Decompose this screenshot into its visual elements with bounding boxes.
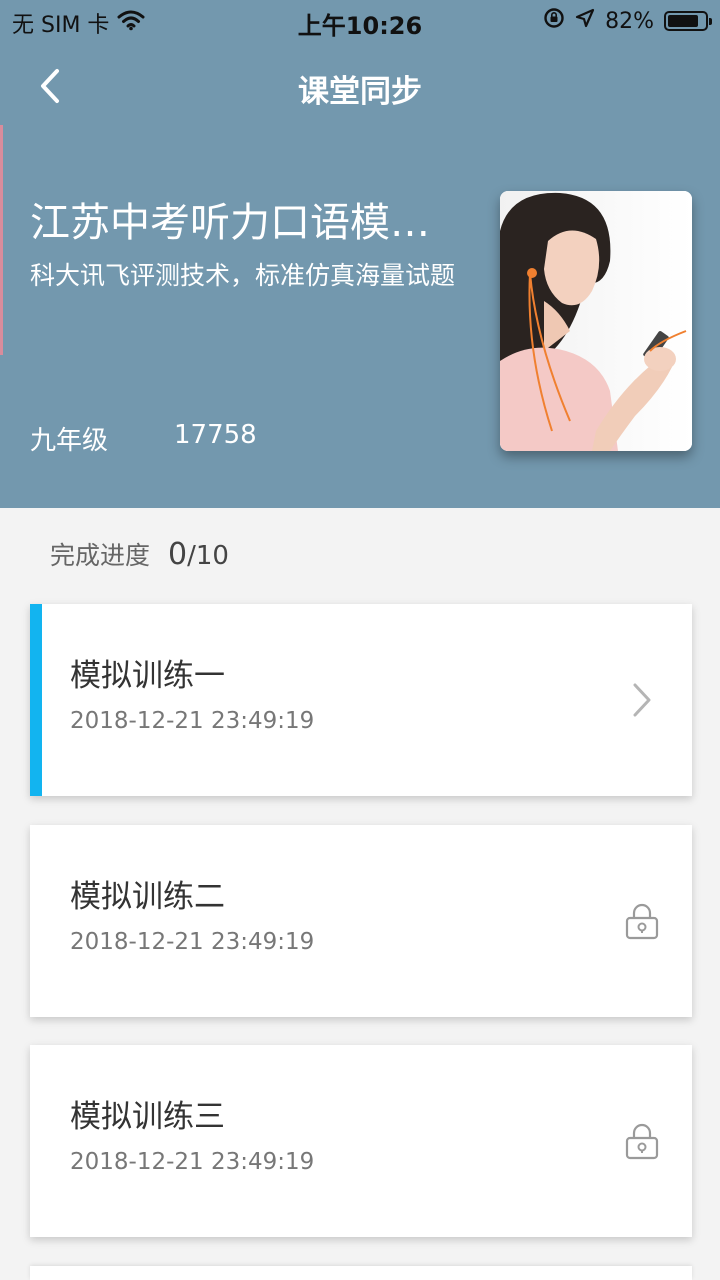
lesson-title: 模拟训练一	[70, 658, 225, 694]
progress-total: /10	[187, 541, 229, 571]
lesson-card[interactable]: 模拟训练二 2018-12-21 23:49:19	[30, 825, 692, 1017]
battery-icon	[664, 11, 712, 31]
chevron-right-icon	[622, 680, 662, 720]
progress-value: 0/10	[168, 537, 229, 572]
lock-icon	[622, 1121, 662, 1161]
status-bar: 无 SIM 卡 上午10:26 82%	[0, 0, 720, 42]
course-description: 科大讯飞评测技术，标准仿真海量试题	[30, 261, 456, 290]
lesson-title: 模拟训练二	[70, 879, 225, 915]
grade-label: 九年级	[30, 426, 109, 456]
lesson-date: 2018-12-21 23:49:19	[70, 929, 315, 955]
side-accent-strip	[0, 125, 3, 355]
lesson-card[interactable]: 模拟训练一 2018-12-21 23:49:19	[30, 604, 692, 796]
progress-label: 完成进度	[50, 541, 151, 570]
lesson-date: 2018-12-21 23:49:19	[70, 708, 315, 734]
lesson-card-partial[interactable]	[30, 1266, 692, 1280]
learner-count: 17758	[174, 420, 257, 450]
page-title: 课堂同步	[298, 74, 422, 110]
lesson-title: 模拟训练三	[70, 1099, 225, 1135]
lesson-card[interactable]: 模拟训练三 2018-12-21 23:49:19	[30, 1045, 692, 1237]
course-header: 无 SIM 卡 上午10:26 82% 课堂同步 江苏中考听力口语模… 科大讯飞…	[0, 0, 720, 508]
battery-level-fill	[668, 15, 698, 27]
course-cover-image	[500, 191, 692, 451]
battery-percent: 82%	[605, 8, 654, 34]
progress-summary: 完成进度 0/10	[50, 536, 229, 572]
rotation-lock-icon	[543, 7, 565, 35]
progress-done: 0	[168, 537, 188, 572]
course-meta: 九年级 17758	[30, 420, 257, 457]
location-arrow-icon	[575, 8, 595, 34]
course-title: 江苏中考听力口语模…	[30, 200, 430, 246]
lock-icon	[622, 901, 662, 941]
lesson-date: 2018-12-21 23:49:19	[70, 1149, 315, 1175]
nav-bar: 课堂同步	[0, 52, 720, 122]
